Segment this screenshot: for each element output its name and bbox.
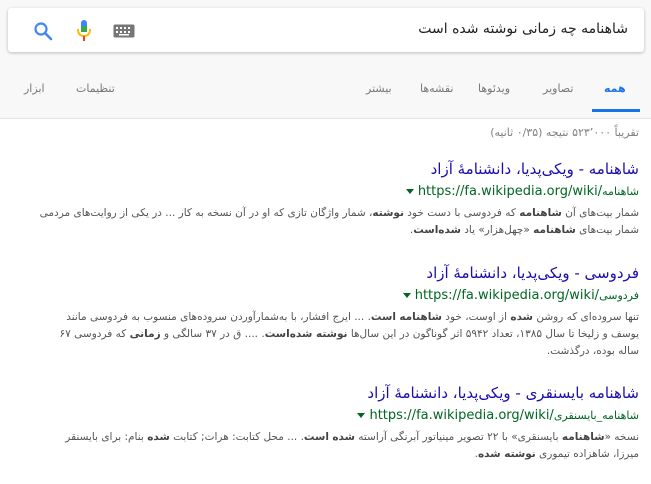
snippet-highlight: شده (147, 431, 170, 443)
snippet-highlight: شاهنامه (519, 207, 562, 219)
snippet-text: بایسنقری» با ۲۲ تصویر مینیاتور آبرنگی آر… (354, 431, 562, 443)
result-breadcrumb: شاهنامه_بایسنقری (553, 409, 639, 422)
tab-all[interactable]: همه (604, 82, 626, 95)
snippet-text: . .... ق در ۳۷ سالگی و (160, 328, 265, 340)
result-title-link[interactable]: فردوسی - ویکی‌پدیا، دانشنامهٔ آزاد (39, 264, 639, 282)
snippet-text: تنها سروده‌ای که روشن (532, 311, 639, 323)
dropdown-arrow-icon[interactable] (405, 189, 414, 194)
keyboard-icon[interactable] (112, 20, 136, 42)
snippet-text: از اوست، خود (441, 311, 511, 323)
tab-images[interactable]: تصاویر (543, 82, 573, 95)
search-result: فردوسی - ویکی‌پدیا، دانشنامهٔ آزاد فردوس… (39, 264, 639, 360)
snippet-text: شمار بیت‌های آن (561, 207, 639, 219)
search-icon[interactable] (31, 20, 55, 42)
snippet-highlight: شده‌است (413, 224, 461, 236)
snippet-text: «چهل‌هزار» یاد (460, 224, 534, 236)
snippet-highlight: شاهنامه (533, 224, 576, 236)
result-url: https://fa.wikipedia.org/wiki/ (369, 408, 554, 423)
result-snippet: نسخه «شاهنامه بایسنقری» با ۲۲ تصویر مینی… (39, 429, 639, 463)
result-snippet: شمار بیت‌های آن شاهنامه که فردوسی با دست… (39, 205, 639, 239)
snippet-highlight: نوشته شده (477, 448, 536, 460)
search-result: شاهنامه بایسنقری - ویکی‌پدیا، دانشنامهٔ … (39, 384, 639, 463)
result-url-row: شاهنامه_بایسنقریhttps://fa.wikipedia.org… (39, 408, 639, 424)
snippet-highlight: نوشته شده‌است (264, 328, 348, 340)
result-url-row: شاهنامهhttps://fa.wikipedia.org/wiki/ (39, 184, 639, 200)
dropdown-arrow-icon[interactable] (402, 293, 411, 298)
tab-settings[interactable]: تنظیمات (76, 82, 115, 95)
active-tab-indicator (592, 109, 640, 112)
search-result: شاهنامه - ویکی‌پدیا، دانشنامهٔ آزاد شاهن… (39, 160, 639, 239)
snippet-text: نسخه « (604, 431, 639, 443)
microphone-icon[interactable] (72, 20, 96, 42)
search-input[interactable]: شاهنامه چه زمانی نوشته شده است (418, 21, 628, 37)
snippet-text: که فردوسی با دست خود (403, 207, 520, 219)
tab-maps[interactable]: نقشه‌ها (420, 82, 454, 95)
search-tabs: همه تصاویر ویدئوها نقشه‌ها بیشتر تنظیمات… (0, 68, 651, 118)
snippet-highlight: شده (510, 311, 533, 323)
snippet-highlight: است (303, 431, 329, 443)
tab-tools[interactable]: ابزار (24, 82, 45, 95)
result-url: https://fa.wikipedia.org/wiki/ (414, 288, 600, 303)
result-url: https://fa.wikipedia.org/wiki/ (417, 184, 603, 199)
result-stats: تقریباً ۵۲۳٬۰۰۰ نتیجه (۰/۳۵ ثانیه) (490, 126, 639, 139)
dropdown-arrow-icon[interactable] (357, 413, 366, 418)
snippet-highlight: است (370, 311, 396, 323)
result-breadcrumb: شاهنامه (602, 185, 639, 198)
snippet-highlight: شده (332, 431, 355, 443)
snippet-highlight: نوشته (372, 207, 404, 219)
result-title-link[interactable]: شاهنامه - ویکی‌پدیا، دانشنامهٔ آزاد (39, 160, 639, 178)
snippet-highlight: شاهنامه (561, 431, 605, 443)
snippet-text: . ... محل کتابت: هرات; کتابت (169, 431, 304, 443)
result-snippet: تنها سروده‌ای که روشن شده از اوست، خود ش… (39, 309, 639, 360)
result-url-row: فردوسیhttps://fa.wikipedia.org/wiki/ (39, 288, 639, 304)
result-title-link[interactable]: شاهنامه بایسنقری - ویکی‌پدیا، دانشنامهٔ … (39, 384, 639, 402)
search-box[interactable]: شاهنامه چه زمانی نوشته شده است (8, 8, 644, 52)
snippet-highlight: شاهنامه (399, 311, 442, 323)
tab-more[interactable]: بیشتر (366, 82, 392, 95)
tab-videos[interactable]: ویدئوها (478, 82, 510, 95)
result-breadcrumb: فردوسی (599, 289, 639, 302)
snippet-highlight: زمانی (129, 328, 161, 340)
search-header: شاهنامه چه زمانی نوشته شده است همه تصاوی… (0, 0, 651, 119)
